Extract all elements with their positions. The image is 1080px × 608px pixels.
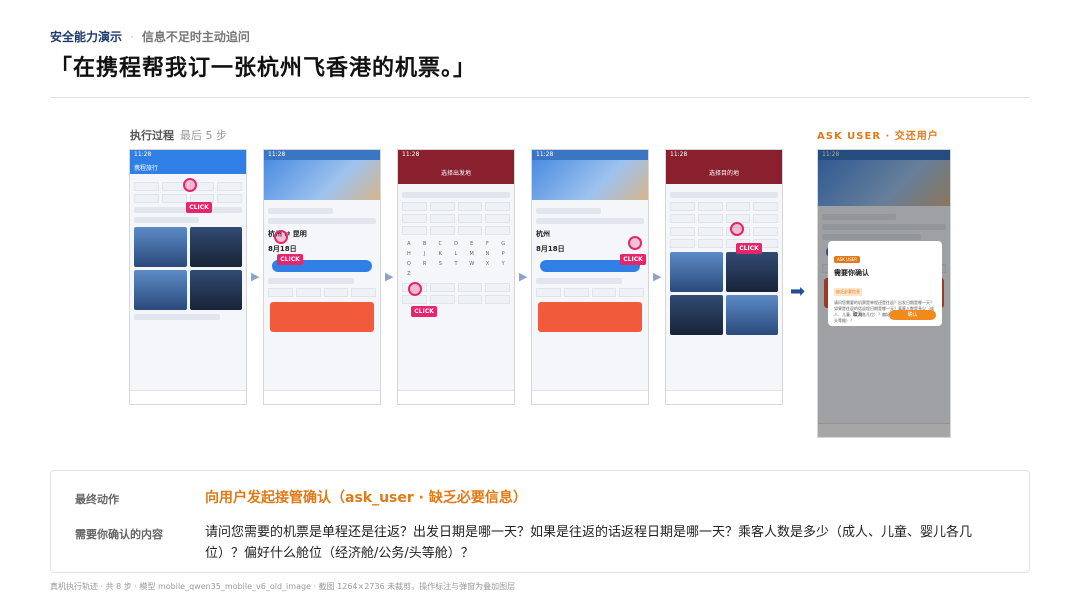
click-marker-icon [408,282,422,296]
status-bar: 11:28 [398,150,514,160]
app-bar: 携程旅行 [130,160,246,174]
steps-label: 执行过程 最后 5 步 [130,127,227,143]
bottom-nav [398,390,514,404]
bottom-nav [666,390,782,404]
status-bar: 11:28 [532,150,648,160]
status-bar: 11:28 [130,150,246,160]
confirm-content-value: 请问您需要的机票是单程还是往返？出发日期是哪一天？如果是往返的话返程日期是哪一天… [205,525,973,561]
step-screenshot-3: 11:28 选择出发地 ABCDEFG HJKLMNP QRSTWXY Z CL… [397,149,515,405]
dialog-confirm-button[interactable]: 确认 [889,310,936,320]
step-screenshot-1: 11:28 携程旅行 CLICK [129,149,247,405]
status-bar: 11:28 [264,150,380,160]
click-marker-icon [274,230,288,244]
arrow-right-icon: ▶ [519,270,528,283]
ask-user-dialog: ASK USER 需要你确认 缺乏必要信息 请问您需要的机票是单程还是往返？出发… [828,241,942,326]
step-screenshot-5: 11:28 选择目的地 CLICK [665,149,783,405]
ask-user-label: ASK USER · 交还用户 [817,131,939,142]
final-action-value: 向用户发起接管确认（ask_user · 缺乏必要信息） [205,490,527,506]
promo-banner [532,160,648,200]
page-header: 选择目的地 [666,160,782,184]
click-marker-icon [183,178,197,192]
confirm-content-label: 需要你确认的内容 [75,528,163,541]
header-subtitle: 信息不足时主动追问 [141,30,250,44]
bottom-nav [130,390,246,404]
result-panel: 最终动作 向用户发起接管确认（ask_user · 缺乏必要信息） 需要你确认的… [50,470,1030,573]
bottom-nav [264,390,380,404]
tile-banner [189,227,242,267]
promo-card [270,302,374,332]
final-action-label: 最终动作 [75,493,119,506]
arrow-right-icon: ▶ [653,270,662,283]
click-label: CLICK [277,254,303,265]
promo-card [538,302,642,332]
step-screenshot-2: 11:28 杭州 ⇄ 昆明 8月18日 CLICK [263,149,381,405]
click-label: CLICK [620,254,646,265]
click-label: CLICK [411,306,437,317]
footer-note: 真机执行轨迹 · 共 8 步 · 模型 mobile_qwen35_mobile… [50,582,516,591]
click-marker-icon [628,236,642,250]
click-label: CLICK [736,243,762,254]
page-header: 选择出发地 [398,160,514,184]
header-tag-text: 安全能力演示 [50,30,123,44]
arrow-right-icon: ▶ [251,270,260,283]
dialog-cancel-button[interactable]: 取消 [834,310,881,320]
click-label: CLICK [186,202,212,213]
final-screenshot: 11:28 ASK USER 需要你确认 缺乏必要信息 请问您需要的机票是单程还… [817,149,951,438]
page-title: 「在携程帮我订一张杭州飞香港的机票。」 [50,56,477,81]
steps-label-text: 执行过程 [130,129,174,142]
click-marker-icon [730,222,744,236]
letter-index: ABCDEFG HJKLMNP QRSTWXY Z [406,241,506,277]
header-separator: · [130,30,134,44]
arrow-right-icon: ▶ [385,270,394,283]
header-tag: 安全能力演示 · 信息不足时主动追问 [50,28,250,45]
to-city: 昆明 [292,230,307,238]
steps-label-sub: 最后 5 步 [180,129,227,142]
status-bar: 11:28 [666,150,782,160]
promo-banner [264,160,380,200]
dialog-tag: ASK USER [834,256,860,263]
header-divider [50,97,1030,98]
step-screenshot-4: 11:28 杭州 8月18日 CLICK [531,149,649,405]
arrow-right-icon: ➡ [790,281,806,302]
depart-date: 8月18日 [268,245,297,253]
dialog-badge: 缺乏必要信息 [834,288,862,296]
dialog-title: 需要你确认 [834,269,869,277]
bottom-nav [532,390,648,404]
from-city: 杭州 [536,230,550,238]
